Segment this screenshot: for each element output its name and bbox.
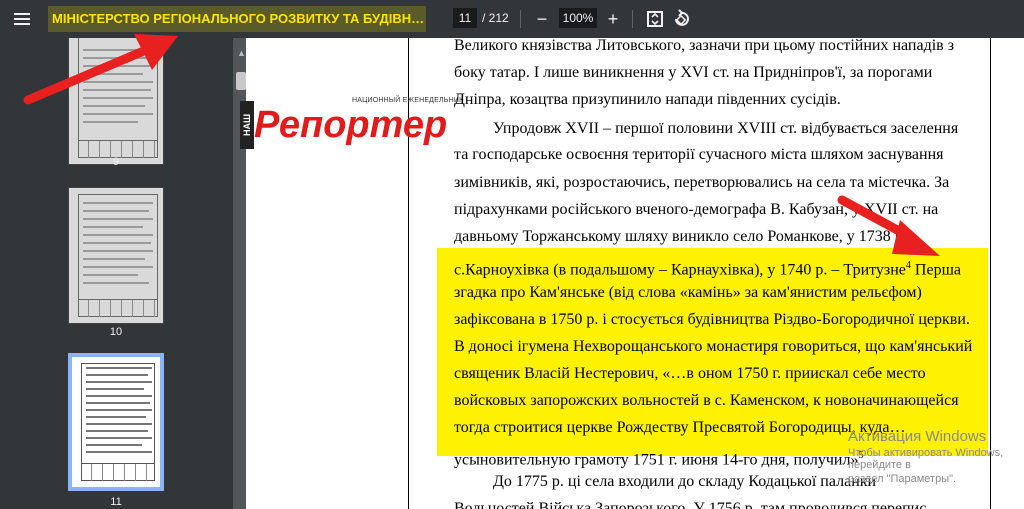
scroll-up-icon[interactable]: ▲: [237, 48, 246, 58]
rotate-icon[interactable]: [670, 8, 692, 30]
thumbnail-label: 9: [112, 156, 120, 168]
text-line: В доносі ігумена Нехворощанського монаст…: [454, 338, 973, 355]
reporter-logo: НАШ НАЦИОННЫЙ ЕЖЕНЕДЕЛЬНИК Репортер: [240, 95, 470, 155]
menu-icon[interactable]: [12, 8, 34, 30]
zoom-level-input[interactable]: [559, 8, 597, 28]
text-line: та господарське освоєння території сучас…: [454, 146, 944, 163]
zoom-in-icon[interactable]: +: [602, 8, 624, 30]
text-line: Упродовж XVII – першої половини XVIII ст…: [493, 120, 959, 137]
text-line: Великого князівства Литовського, зазначи…: [454, 37, 955, 54]
page-thumbnail-10[interactable]: [68, 187, 164, 324]
windows-activation-watermark: Активация Windows Чтобы активировать Win…: [848, 428, 1004, 485]
thumbnail-label: 10: [109, 326, 123, 338]
text-line: згадка про Кам'янське (від слова «камінь…: [454, 284, 922, 301]
vertical-scrollbar[interactable]: [236, 72, 246, 90]
logo-word: Репортер: [254, 104, 448, 146]
text-line: усыновительную грамоту 1751 г. июня 14-г…: [454, 450, 864, 469]
annotation-arrow-icon: [23, 34, 178, 105]
page-total: / 212: [482, 11, 509, 25]
text-line: До 1775 р. ці села входили до складу Код…: [493, 473, 877, 490]
page-thumbnail-11[interactable]: [68, 353, 164, 491]
annotation-arrow-icon: [837, 195, 940, 256]
toolbar-divider: [632, 10, 633, 28]
text-line: войсковых запорожских вольностей в с. Ка…: [454, 392, 959, 409]
thumbnail-label: 11: [110, 496, 122, 508]
fit-page-icon[interactable]: [644, 8, 666, 30]
zoom-out-icon[interactable]: −: [531, 8, 553, 30]
text-line: зафіксована в 1750 р. і стосується будів…: [454, 311, 970, 328]
toolbar-divider: [520, 10, 521, 28]
page-number-input[interactable]: [453, 8, 477, 28]
logo-nash: НАШ: [240, 101, 254, 149]
text-line: тогда строитися церкве Рождеству Пресвят…: [454, 419, 906, 436]
text-line: священик Власій Нестерович, «…в оном 175…: [454, 365, 926, 382]
text-line: боку татар. І лише виникнення у XVI ст. …: [454, 64, 933, 81]
text-line: Дніпра, козацтва призупинило напади півд…: [454, 91, 841, 108]
text-line: Вольностей Війська Запорозького. У 1756 …: [454, 500, 927, 509]
